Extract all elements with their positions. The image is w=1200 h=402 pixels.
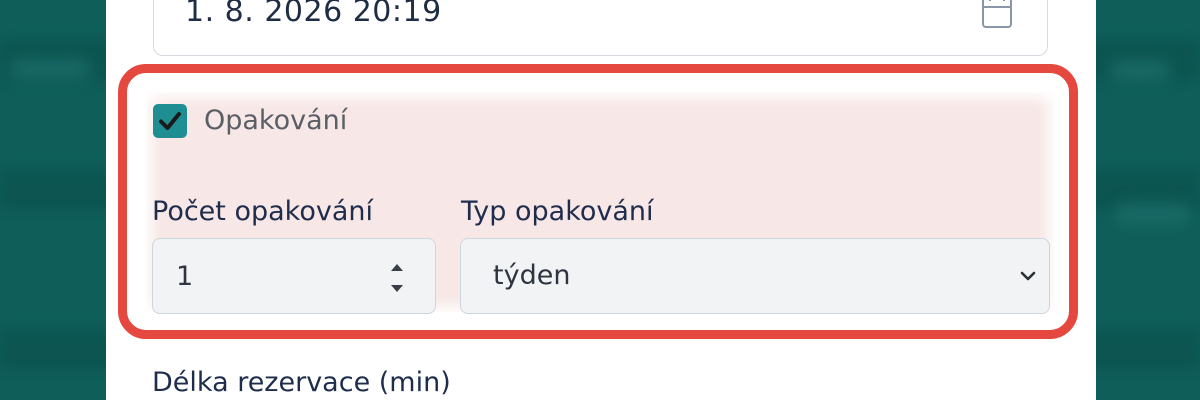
checkmark-icon bbox=[159, 112, 181, 130]
repeat-type-value: týden bbox=[493, 260, 571, 291]
calendar-icon[interactable] bbox=[980, 0, 1014, 30]
repeat-count-value: 1 bbox=[176, 261, 194, 292]
backdrop-blur bbox=[1110, 62, 1170, 80]
backdrop-blur bbox=[1115, 205, 1190, 223]
backdrop-blur bbox=[10, 60, 90, 78]
reservation-length-label: Délka rezervace (min) bbox=[152, 367, 451, 398]
number-spinner-icon[interactable] bbox=[384, 258, 410, 298]
recurrence-checkbox[interactable] bbox=[153, 104, 187, 138]
repeat-count-label: Počet opakování bbox=[152, 196, 373, 227]
chevron-down-icon[interactable] bbox=[1018, 266, 1038, 286]
recurrence-checkbox-label[interactable]: Opakování bbox=[204, 102, 347, 140]
datetime-value: 1. 8. 2026 20:19 bbox=[185, 0, 442, 29]
repeat-type-label: Typ opakování bbox=[461, 196, 654, 227]
